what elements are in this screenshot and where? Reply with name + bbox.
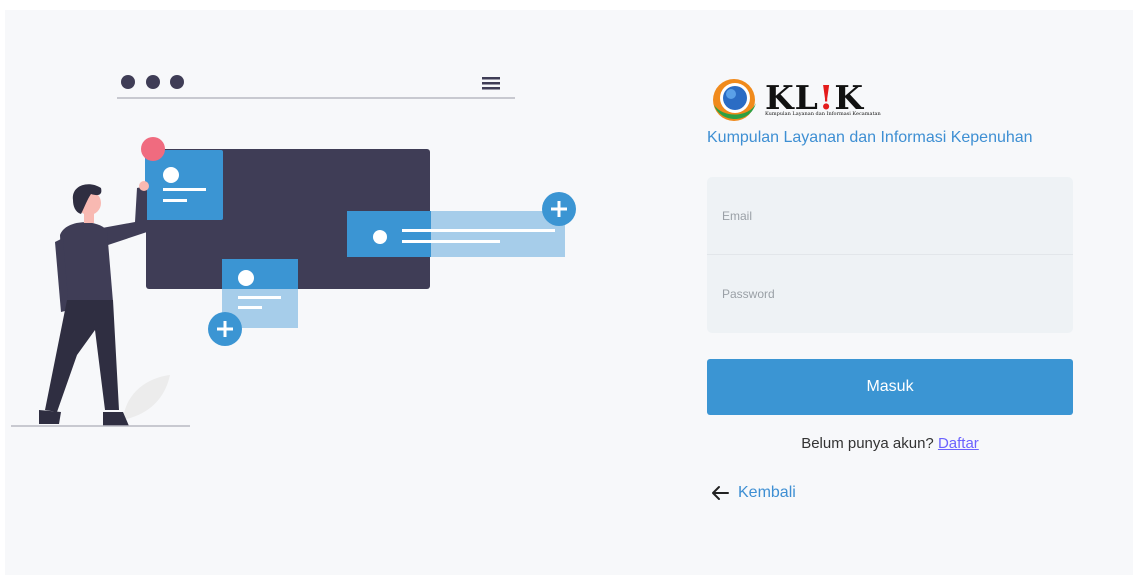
credentials-group xyxy=(707,177,1073,333)
leaf-decoration xyxy=(123,375,170,420)
password-field[interactable] xyxy=(707,255,1073,333)
hero-illustration xyxy=(11,75,576,427)
logo-tagline: Kumpulan Layanan dan Informasi Kecamatan xyxy=(765,111,881,117)
profile-card xyxy=(145,150,223,220)
pink-dot xyxy=(141,137,165,161)
back-label: Kembali xyxy=(738,484,796,501)
hamburger-menu-icon xyxy=(482,77,500,90)
window-dots-icon xyxy=(121,75,184,89)
plus-circle-icon xyxy=(542,192,576,226)
login-button[interactable]: Masuk xyxy=(707,359,1073,415)
back-link[interactable]: Kembali xyxy=(710,484,796,502)
register-link[interactable]: Daftar xyxy=(938,435,979,452)
arrow-left-icon xyxy=(712,486,729,500)
email-field[interactable] xyxy=(707,177,1073,255)
wide-card xyxy=(347,211,565,257)
page-subtitle: Kumpulan Layanan dan Informasi Kepenuhan xyxy=(707,129,1033,146)
person-figure xyxy=(39,181,149,426)
globe-swoosh-icon xyxy=(713,79,756,121)
register-prompt: Belum punya akun? xyxy=(801,435,934,452)
register-prompt-line: Belum punya akun? Daftar xyxy=(707,435,1073,452)
plus-circle-icon xyxy=(208,312,242,346)
